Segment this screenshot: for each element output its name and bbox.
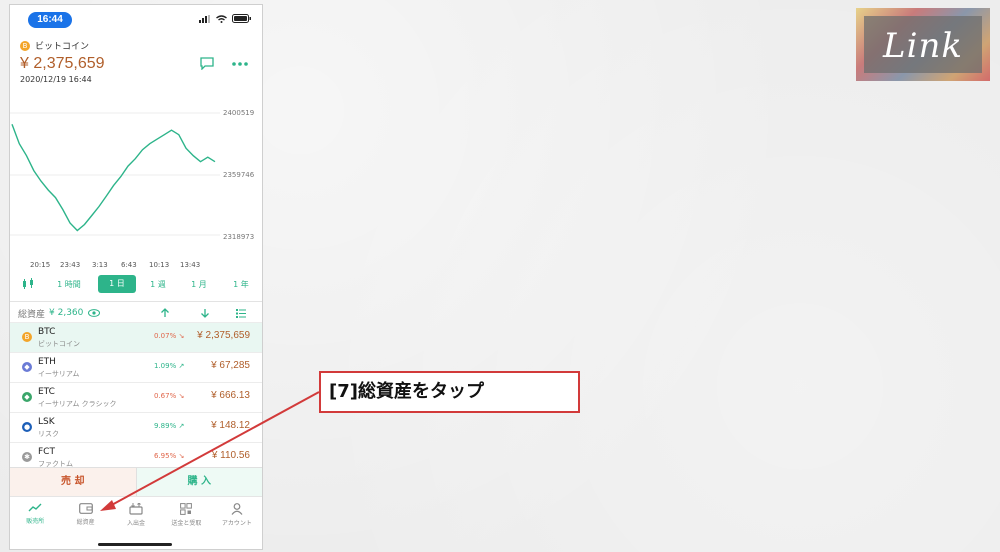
coin-symbol: LSK [38,417,55,427]
coin-jp-name: イーサリアム クラシック [38,400,117,408]
coin-row-eth[interactable]: ◆ ETH イーサリアム 1.09% ↗ ¥ 67,285 [10,352,262,383]
x-tick-label: 13:43 [180,261,200,269]
price-chart: 2400519 2359746 2318973 20:15 23:43 3:13… [10,109,255,269]
trade-buttons: 売 却 購 入 [10,467,262,496]
coin-price: ¥ 148.12 [211,420,250,431]
logo-text: Link [883,26,963,66]
coin-jp-name: イーサリアム [38,370,80,378]
coin-symbol: ETH [38,357,56,367]
sort-up-icon[interactable] [160,308,170,318]
coin-price: ¥ 2,375,659 [197,330,250,341]
eye-icon[interactable] [88,309,101,317]
total-assets-value: ¥ 2,360 [49,308,84,318]
person-icon [231,503,243,515]
tab-deposit-label: 入出金 [127,520,146,527]
trend-up-icon: ↗ [178,362,185,370]
instruction-callout: [7]総資産をタップ [319,371,580,413]
coin-name: ビットコイン [35,42,90,52]
status-icons [199,14,252,23]
lsk-icon: ● [22,422,32,432]
tab-send-receive-label: 送金と受取 [171,520,202,527]
period-1-year[interactable]: 1 年 [224,279,258,290]
coin-date: 2020/12/19 16:44 [20,75,92,84]
status-bar: 16:44 [10,5,262,29]
sell-button[interactable]: 売 却 [10,468,137,496]
x-tick-label: 3:13 [92,261,108,269]
coin-symbol: FCT [38,447,55,457]
coin-jp-name: ビットコイン [38,340,80,348]
home-indicator [98,543,172,546]
tab-account[interactable]: アカウント [212,497,262,543]
period-selector: 1 時間 1 日 1 週 1 月 1 年 [10,273,262,295]
coin-price: ¥ 666.13 [211,390,250,401]
coin-row-lsk[interactable]: ● LSK リスク 9.89% ↗ ¥ 148.12 [10,412,262,443]
total-assets-bar: 総資産 ¥ 2,360 [10,301,262,324]
coin-header: B ビットコイン ¥ 2,375,659 2020/12/19 16:44 [20,39,105,84]
coin-jp-name: リスク [38,430,59,438]
fct-icon: ✱ [22,452,32,462]
coin-change: 6.95% [154,452,177,460]
buy-button[interactable]: 購 入 [136,468,262,496]
list-icon[interactable] [236,308,247,318]
coin-price: ¥ 110.56 [211,450,250,461]
period-1-week[interactable]: 1 週 [142,279,174,290]
chart-trend-icon [28,503,42,512]
tab-exchange[interactable]: 販売所 [10,497,60,543]
x-tick-label: 23:43 [60,261,80,269]
y-tick-label: 2318973 [223,233,254,241]
trend-up-icon: ↗ [178,422,185,430]
status-time: 16:44 [28,12,72,28]
period-1-hour[interactable]: 1 時間 [46,279,92,290]
coin-price: ¥ 67,285 [211,360,250,371]
coin-row-etc[interactable]: ◆ ETC イーサリアム クラシック 0.67% ↘ ¥ 666.13 [10,382,262,413]
wifi-icon [216,14,227,23]
candlestick-icon[interactable] [10,275,46,294]
coin-symbol: BTC [38,327,56,337]
link-logo: Link [856,8,990,81]
coin-change: 1.09% [154,362,177,370]
more-icon[interactable] [232,61,248,66]
x-tick-label: 10:13 [149,261,169,269]
sort-down-icon[interactable] [200,308,210,318]
bitcoin-icon: B [20,40,30,51]
coin-change: 9.89% [154,422,177,430]
tab-send-receive[interactable]: 送金と受取 [161,497,211,543]
total-assets-label: 総資産 [18,309,46,320]
trend-down-icon: ↘ [178,392,185,400]
tab-total-assets[interactable]: 総資産 [60,497,110,543]
coin-change: 0.67% [154,392,177,400]
deposit-icon [129,503,143,515]
period-1-month[interactable]: 1 月 [174,279,224,290]
signal-icon [199,14,210,23]
trend-down-icon: ↘ [178,332,185,340]
period-1-day[interactable]: 1 日 [98,275,136,293]
x-tick-label: 6:43 [121,261,137,269]
price-line [11,123,216,232]
coin-change: 0.07% [154,332,177,340]
coin-price: ¥ 2,375,659 [20,55,105,72]
tab-exchange-label: 販売所 [26,518,45,525]
phone-screen: 16:44 B ビットコイン ¥ 2,375,659 2020/12/19 16… [9,4,263,550]
btc-icon: B [22,332,32,342]
bottom-tab-bar: 販売所 総資産 入出金 送金と受取 アカウント [10,496,262,543]
chat-icon[interactable] [200,57,214,70]
y-tick-label: 2400519 [223,109,254,117]
tab-account-label: アカウント [221,520,252,527]
y-tick-label: 2359746 [223,171,255,179]
etc-icon: ◆ [22,392,32,402]
coin-row-btc[interactable]: B BTC ビットコイン 0.07% ↘ ¥ 2,375,659 [10,322,262,353]
battery-icon [232,14,251,23]
wallet-icon [78,503,93,514]
tab-total-assets-label: 総資産 [76,519,95,526]
tab-deposit[interactable]: 入出金 [111,497,161,543]
qr-code-icon [180,503,193,515]
eth-icon: ◆ [22,362,32,372]
coin-list: B BTC ビットコイン 0.07% ↘ ¥ 2,375,659 ◆ ETH イ… [10,322,262,473]
trend-down-icon: ↘ [178,452,185,460]
x-tick-label: 20:15 [30,261,50,269]
coin-symbol: ETC [38,387,55,397]
